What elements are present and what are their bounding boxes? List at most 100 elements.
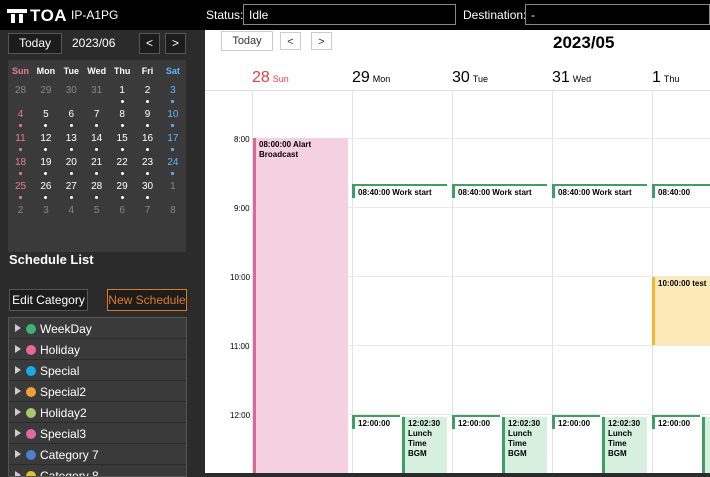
event-noon[interactable]: 12:00:00 — [352, 415, 400, 429]
day-header[interactable]: 1 Thu — [652, 69, 679, 91]
mini-day-cell[interactable]: 17 — [160, 133, 185, 144]
category-item[interactable]: Category 7 — [9, 444, 186, 465]
event-dot-icon — [120, 196, 124, 199]
event-label: 08:40:00 Work start — [458, 188, 532, 197]
event-work-start[interactable]: 08:40:00 Work start — [452, 184, 547, 198]
event-lunch-bgm[interactable] — [702, 417, 710, 473]
mini-day-cell[interactable]: 2 — [8, 205, 33, 216]
mini-day-cell[interactable]: 3 — [160, 85, 185, 96]
expand-arrow-icon[interactable] — [15, 429, 21, 437]
event-work-start[interactable]: 08:40:00 Work start — [552, 184, 647, 198]
expand-arrow-icon[interactable] — [15, 324, 21, 332]
mini-day-cell[interactable]: 1 — [160, 181, 185, 192]
event-dot-icon — [19, 196, 22, 199]
today-button[interactable]: Today — [221, 31, 273, 51]
mini-day-cell[interactable]: 3 — [33, 205, 58, 216]
mini-day-cell[interactable]: 6 — [110, 205, 135, 216]
mini-day-cell[interactable]: 29 — [33, 85, 58, 96]
mini-day-cell[interactable]: 27 — [59, 181, 84, 192]
mini-day-cell[interactable]: 30 — [135, 181, 160, 192]
mini-day-cell[interactable]: 1 — [110, 85, 135, 96]
day-weekday: Wed — [572, 74, 592, 84]
mini-day-cell[interactable]: 28 — [84, 181, 109, 192]
expand-arrow-icon[interactable] — [15, 345, 21, 353]
category-item[interactable]: Special3 — [9, 423, 186, 444]
mini-day-cell[interactable]: 13 — [59, 133, 84, 144]
event-test[interactable]: 10:00:00 test — [652, 277, 710, 345]
event-noon[interactable]: 12:00:00 — [452, 415, 500, 429]
mini-day-cell[interactable]: 12 — [33, 133, 58, 144]
mini-day-cell[interactable]: 10 — [160, 109, 185, 120]
next-week-button[interactable]: > — [311, 32, 332, 50]
event-label: 10:00:00 test — [658, 279, 707, 288]
event-lunch-bgm[interactable]: 12:02:30 Lunch Time BGM — [502, 417, 547, 473]
mini-next-button[interactable]: > — [165, 33, 186, 54]
mini-day-cell[interactable]: 5 — [33, 109, 58, 120]
new-schedule-button[interactable]: New Schedule — [107, 289, 187, 311]
day-header[interactable]: 31 Wed — [552, 69, 591, 91]
model-name: IP-A1PG — [71, 8, 119, 22]
day-header[interactable]: 28 Sun — [252, 69, 289, 91]
mini-day-cell[interactable]: 6 — [59, 109, 84, 120]
mini-today-button[interactable]: Today — [8, 33, 62, 54]
day-header[interactable]: 29 Mon — [352, 69, 390, 91]
expand-arrow-icon[interactable] — [15, 387, 21, 395]
event-noon[interactable]: 12:00:00 — [552, 415, 600, 429]
mini-day-cell[interactable]: 20 — [59, 157, 84, 168]
mini-day-cell[interactable]: 26 — [33, 181, 58, 192]
time-label: 9:00 — [234, 204, 250, 213]
event-work-start[interactable]: 08:40:00 Wor — [652, 184, 710, 198]
mini-day-cell[interactable]: 19 — [33, 157, 58, 168]
event-noon[interactable]: 12:00:00 — [652, 415, 700, 429]
expand-arrow-icon[interactable] — [15, 471, 21, 476]
mini-day-cell[interactable]: 7 — [135, 205, 160, 216]
expand-arrow-icon[interactable] — [15, 408, 21, 416]
day-number: 31 — [552, 69, 570, 86]
mini-day-cell[interactable]: 31 — [84, 85, 109, 96]
mini-day-cell[interactable]: 28 — [8, 85, 33, 96]
mini-day-cell[interactable]: 4 — [8, 109, 33, 120]
mini-day-cell[interactable]: 11 — [8, 133, 33, 144]
category-list: WeekDay Holiday Special Special2 Holiday2 Spe… — [8, 317, 187, 477]
mini-prev-button[interactable]: < — [139, 33, 160, 54]
mini-day-cell[interactable]: 5 — [84, 205, 109, 216]
mini-day-cell[interactable]: 21 — [84, 157, 109, 168]
mini-day-cell[interactable]: 14 — [84, 133, 109, 144]
category-item[interactable]: Special — [9, 360, 186, 381]
mini-day-cell[interactable]: 15 — [110, 133, 135, 144]
mini-day-cell[interactable]: 16 — [135, 133, 160, 144]
category-item[interactable]: Holiday2 — [9, 402, 186, 423]
mini-day-cell[interactable]: 25 — [8, 181, 33, 192]
category-label: Holiday — [40, 343, 81, 357]
mini-day-cell[interactable]: 9 — [135, 109, 160, 120]
category-label: Category 8 — [40, 469, 99, 477]
mini-day-cell[interactable]: 30 — [59, 85, 84, 96]
event-lunch-bgm[interactable]: 12:02:30 Lunch Time BGM — [602, 417, 647, 473]
mini-day-cell[interactable]: 18 — [8, 157, 33, 168]
edit-category-button[interactable]: Edit Category — [9, 289, 88, 311]
category-item[interactable]: Holiday — [9, 339, 186, 360]
mini-day-cell[interactable]: 29 — [110, 181, 135, 192]
mini-day-cell[interactable]: 22 — [110, 157, 135, 168]
event-label: 12:00:00 — [658, 419, 691, 428]
mini-day-cell[interactable]: 7 — [84, 109, 109, 120]
mini-day-cell[interactable]: 8 — [160, 205, 185, 216]
day-weekday: Thu — [663, 74, 680, 84]
event-alert-broadcast[interactable]: 08:00:00 Alart Broadcast — [253, 138, 348, 473]
mini-day-cell[interactable]: 8 — [110, 109, 135, 120]
event-dot-icon — [146, 172, 149, 175]
expand-arrow-icon[interactable] — [15, 366, 21, 374]
mini-day-cell[interactable]: 23 — [135, 157, 160, 168]
mini-day-cell[interactable]: 4 — [59, 205, 84, 216]
event-work-start[interactable]: 08:40:00 Work start — [352, 184, 447, 198]
prev-week-button[interactable]: < — [280, 32, 301, 50]
category-item[interactable]: Category 8 — [9, 465, 186, 477]
category-item[interactable]: WeekDay — [9, 318, 186, 339]
event-lunch-bgm[interactable]: 12:02:30 Lunch Time BGM — [402, 417, 447, 473]
expand-arrow-icon[interactable] — [15, 450, 21, 458]
mini-day-cell[interactable]: 2 — [135, 85, 160, 96]
event-dot-icon — [120, 172, 124, 175]
day-header[interactable]: 30 Tue — [452, 69, 488, 91]
mini-day-cell[interactable]: 24 — [160, 157, 185, 168]
category-item[interactable]: Special2 — [9, 381, 186, 402]
